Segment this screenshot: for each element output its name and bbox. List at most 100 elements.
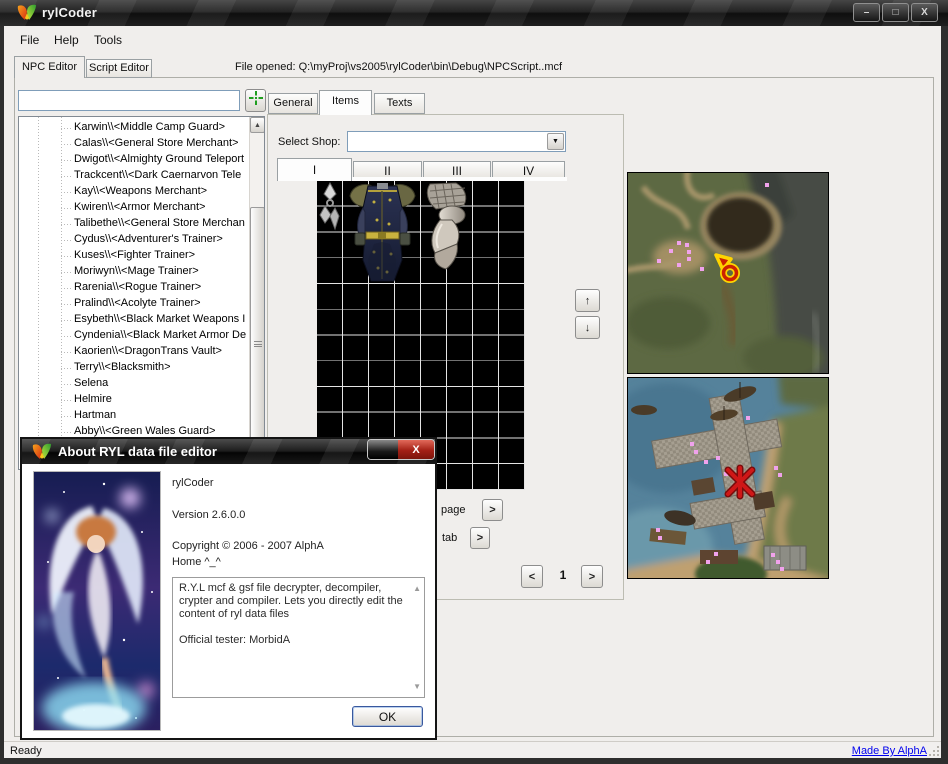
tree-connector [61,288,72,289]
about-tester: Official tester: MorbidA [179,634,408,647]
close-button[interactable]: X [911,3,938,22]
npc-tree-item[interactable]: Talibethe\\<General Store Merchan [19,216,248,232]
tree-scrollbar[interactable]: ▲ [249,117,264,469]
scrollbar-thumb[interactable] [250,207,265,470]
file-opened-label: File opened: Q:\myProj\vs2005\rylCoder\b… [235,61,562,73]
tree-connector [61,240,72,241]
next-arrow-icon: > [489,504,495,516]
resize-grip[interactable] [927,744,939,756]
page-number: 1 [554,568,572,582]
title-bar: rylCoder – □ X [0,0,948,26]
npc-location-map-bottom[interactable] [627,377,829,579]
shop-tab-1[interactable]: I [277,158,352,181]
dialog-close-button[interactable]: X [398,440,434,459]
send-to-page-label: page [441,504,465,516]
npc-tree-item[interactable]: Pralind\\<Acolyte Trainer> [19,296,248,312]
combo-dropdown-icon[interactable]: ▼ [547,133,564,150]
tree-connector [61,416,72,417]
tab-general[interactable]: General [268,93,318,114]
about-description: R.Y.L mcf & gsf file decrypter, decompil… [179,582,408,621]
about-home-link[interactable]: Home ^_^ [172,556,221,568]
item-kunai-sprite[interactable] [318,182,342,236]
npc-tree-item[interactable]: Kuses\\<Fighter Trainer> [19,248,248,264]
locate-button[interactable] [245,89,266,112]
crosshair-icon [249,91,263,110]
tree-connector [61,256,72,257]
scrollbar-up-icon[interactable]: ▲ [250,117,265,133]
select-shop-label: Select Shop: [278,136,340,148]
scrollbar-grip [254,341,262,347]
npc-location-map-top[interactable] [627,172,829,374]
tree-connector [61,176,72,177]
npc-tree-item[interactable]: Trackcent\\<Dark Caernarvon Tele [19,168,248,184]
titlebar-sheen [0,0,948,26]
send-to-tab-button[interactable]: > [470,527,490,549]
item-gauntlet-sprite[interactable] [422,182,473,279]
item-armor-sprite[interactable] [344,182,421,288]
down-arrow-icon: ↓ [585,322,591,334]
window-controls: – □ X [853,3,938,22]
npc-tree-item[interactable]: Moriwyn\\<Mage Trainer> [19,264,248,280]
window-title: rylCoder [42,5,97,20]
menu-tools[interactable]: Tools [90,32,126,48]
npc-tree-item[interactable]: Selena [19,376,248,392]
search-input[interactable] [18,90,240,111]
about-description-box[interactable]: R.Y.L mcf & gsf file decrypter, decompil… [172,577,425,698]
npc-tree-item[interactable]: Cyndenia\\<Black Market Armor De [19,328,248,344]
dialog-control-segment [368,440,398,459]
tree-connector [61,144,72,145]
tree-connector [61,304,72,305]
tab-script-editor[interactable]: Script Editor [86,59,152,78]
npc-tree-item[interactable]: Esybeth\\<Black Market Weapons I [19,312,248,328]
up-arrow-icon: ↑ [585,295,591,307]
next-arrow-icon: > [589,571,595,583]
select-shop-combobox[interactable]: ▼ [347,131,566,152]
scroll-up-icon[interactable]: ▲ [413,582,421,595]
npc-tree-item[interactable]: Hartman [19,408,248,424]
maximize-button[interactable]: □ [882,3,909,22]
tree-connector [61,160,72,161]
scroll-down-icon[interactable]: ▼ [413,680,421,693]
dialog-title: About RYL data file editor [58,444,217,459]
npc-tree-item[interactable]: Terry\\<Blacksmith> [19,360,248,376]
about-app-name: rylCoder [172,477,214,489]
send-to-page-button[interactable]: > [482,499,503,521]
tree-connector [61,352,72,353]
status-bar: Ready Made By AlphA [4,741,941,758]
npc-tree-item[interactable]: Cydus\\<Adventurer's Trainer> [19,232,248,248]
ok-button[interactable]: OK [352,706,423,727]
move-down-button[interactable]: ↓ [575,316,600,339]
npc-tree-item[interactable]: Kwiren\\<Armor Merchant> [19,200,248,216]
app-logo-icon [16,3,38,23]
npc-tree-item[interactable]: Helmire [19,392,248,408]
tab-texts[interactable]: Texts [374,93,425,114]
npc-tree-item[interactable]: Kaorien\\<DragonTrans Vault> [19,344,248,360]
menu-help[interactable]: Help [50,32,83,48]
npc-tree-item[interactable]: Kay\\<Weapons Merchant> [19,184,248,200]
send-to-tab-label: tab [442,532,457,544]
status-text: Ready [10,745,42,757]
npc-tree-item[interactable]: Karwin\\<Middle Camp Guard> [19,120,248,136]
about-version: Version 2.6.0.0 [172,509,245,521]
npc-tree-item[interactable]: Dwigot\\<Almighty Ground Teleport [19,152,248,168]
tab-items[interactable]: Items [319,90,372,115]
tab-npc-editor[interactable]: NPC Editor [14,56,85,78]
menu-file[interactable]: File [16,32,43,48]
tree-connector [61,128,72,129]
tree-connector [61,432,72,433]
move-up-button[interactable]: ↑ [575,289,600,312]
minimize-button[interactable]: – [853,3,880,22]
npc-tree-item[interactable]: Rarenia\\<Rogue Trainer> [19,280,248,296]
about-copyright: Copyright © 2006 - 2007 AlphA [172,540,324,552]
tree-connector [61,368,72,369]
tree-connector [61,208,72,209]
next-page-button[interactable]: > [581,565,603,588]
client-area: File Help Tools NPC Editor Script Editor… [4,26,941,758]
prev-page-button[interactable]: < [521,565,543,588]
tree-connector [61,384,72,385]
npc-tree: Karwin\\<Middle Camp Guard> Calas\\<Gene… [18,116,265,470]
tree-connector [61,320,72,321]
tree-connector [61,400,72,401]
credit-link[interactable]: Made By AlphA [852,745,927,757]
npc-tree-item[interactable]: Calas\\<General Store Merchant> [19,136,248,152]
